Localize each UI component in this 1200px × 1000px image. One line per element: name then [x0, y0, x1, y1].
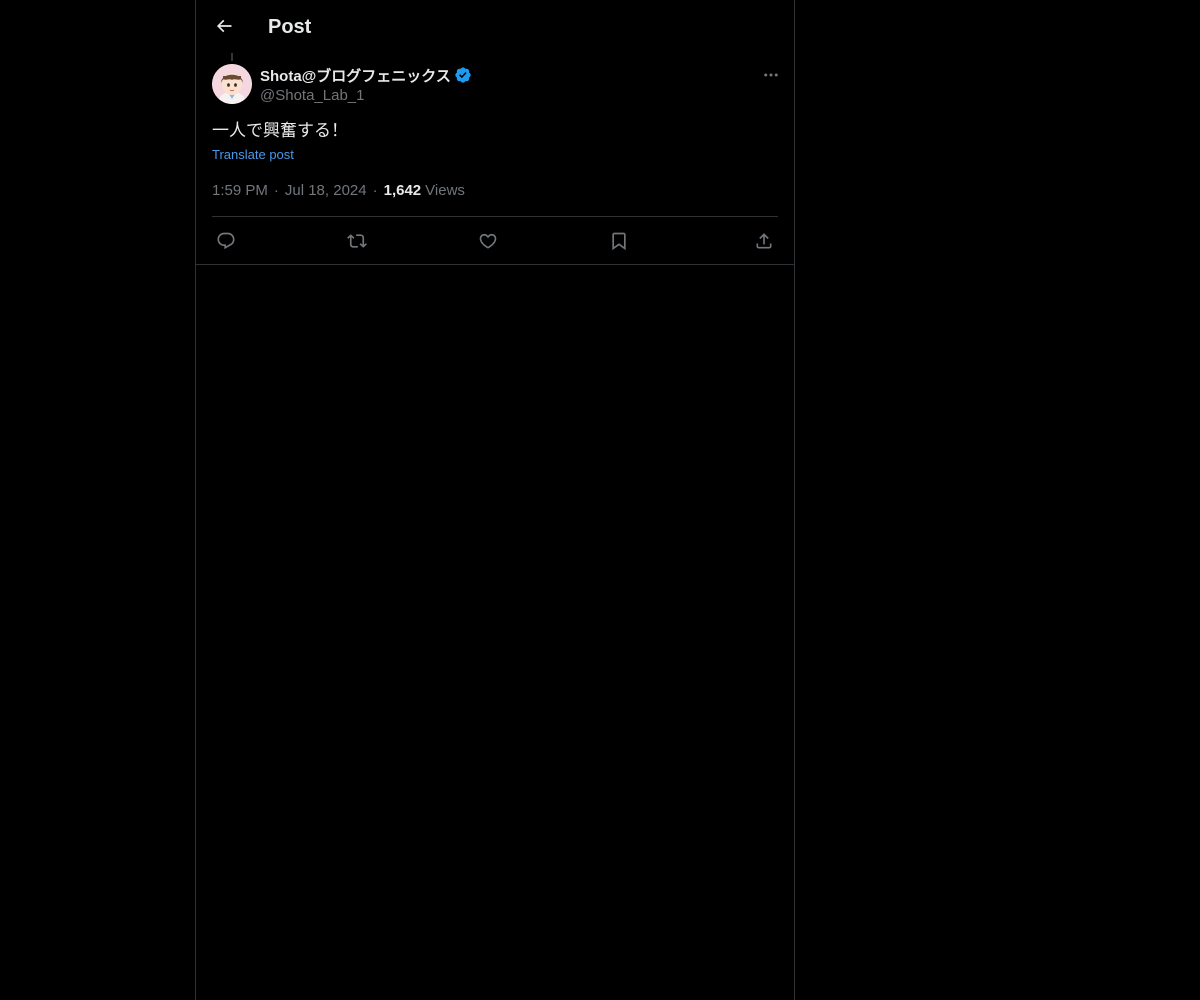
- verified-badge-icon[interactable]: [454, 66, 472, 84]
- action-bar: [212, 217, 778, 264]
- avatar-illustration: [212, 64, 252, 104]
- author-handle[interactable]: @Shota_Lab_1: [260, 86, 472, 106]
- arrow-left-icon: [216, 19, 232, 33]
- post-bottom-border: [196, 264, 794, 265]
- more-horizontal-icon: [764, 73, 778, 77]
- translate-post-link[interactable]: Translate post: [212, 146, 294, 164]
- header: Post: [196, 0, 794, 53]
- meta-separator: ·: [273, 182, 279, 199]
- meta-separator: ·: [372, 182, 378, 199]
- post-time[interactable]: 1:59 PM: [212, 181, 268, 201]
- repost-icon: [347, 233, 367, 248]
- like-button[interactable]: [471, 224, 505, 258]
- reply-icon: [217, 232, 235, 249]
- display-name-row: Shota@ブログフェニックス: [260, 64, 472, 86]
- views-label[interactable]: Views: [425, 181, 465, 201]
- share-button[interactable]: [747, 224, 781, 258]
- reply-button[interactable]: [209, 224, 243, 258]
- back-button[interactable]: [206, 8, 242, 44]
- author-info: Shota@ブログフェニックス @Shota_Lab_1: [260, 64, 472, 106]
- repost-button[interactable]: [340, 224, 374, 258]
- post-detail-column: Post Shota@ブログフェニックス @Shota_Lab_1 一人で興奮す…: [195, 0, 795, 1000]
- post-text: 一人で興奮する！: [212, 121, 348, 140]
- thread-connector-line: [231, 53, 233, 61]
- share-icon: [756, 232, 772, 248]
- post-meta: 1:59 PM · Jul 18, 2024 · 1,642 Views: [212, 181, 465, 201]
- avatar[interactable]: [212, 64, 252, 104]
- bookmark-button[interactable]: [602, 224, 636, 258]
- author-display-name[interactable]: Shota@ブログフェニックス: [260, 65, 451, 86]
- views-count[interactable]: 1,642: [384, 181, 422, 201]
- bookmark-icon: [612, 232, 626, 250]
- post-date[interactable]: Jul 18, 2024: [285, 181, 367, 201]
- more-options-button[interactable]: [760, 64, 782, 86]
- heart-icon: [479, 233, 497, 249]
- page-title: Post: [268, 16, 312, 38]
